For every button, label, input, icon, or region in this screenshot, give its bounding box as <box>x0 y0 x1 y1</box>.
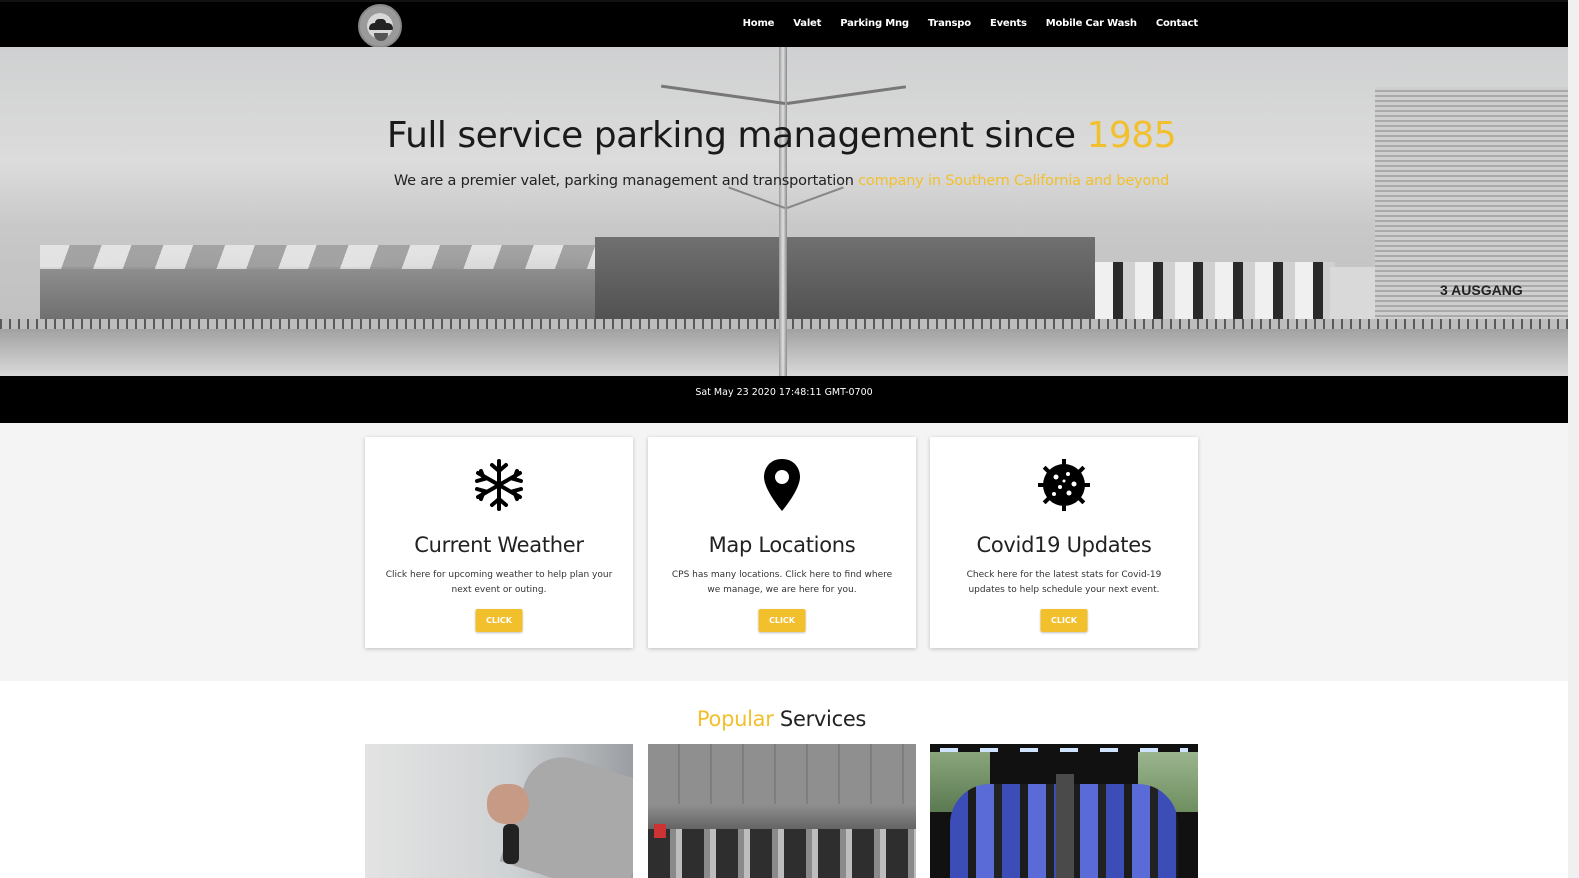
popular-title-accent: Popular <box>696 707 774 731</box>
info-cards-section: Current Weather Click here for upcoming … <box>0 423 1568 681</box>
lamp-arm <box>661 84 786 105</box>
car-key-shape <box>503 824 519 864</box>
nav-valet-link[interactable]: Valet <box>793 18 821 29</box>
map-card: Map Locations CPS has many locations. Cl… <box>648 437 916 648</box>
popular-title-main: Services <box>773 707 867 731</box>
weather-card-title: Current Weather <box>414 533 584 557</box>
popular-services-section: Popular Services <box>0 681 1568 878</box>
hero-building-left <box>40 245 610 327</box>
bus-interior-image[interactable] <box>930 744 1198 878</box>
virus-icon <box>1038 459 1090 511</box>
current-datetime: Sat May 23 2020 17:48:11 GMT-0700 <box>695 387 873 398</box>
weather-click-button[interactable]: CLICK <box>475 609 523 632</box>
garage-sign <box>654 824 666 838</box>
lamp-arm <box>728 186 786 209</box>
popular-services-title: Popular Services <box>0 707 1563 731</box>
valet-key-hand-image[interactable] <box>365 744 633 878</box>
covid-card-title: Covid19 Updates <box>976 533 1152 557</box>
hand-shape <box>487 784 529 824</box>
nav-parking-mng-link[interactable]: Parking Mng <box>840 18 909 29</box>
parking-garage-image[interactable] <box>648 744 916 878</box>
hero-title-main: Full service parking management since <box>386 115 1087 156</box>
map-card-text: CPS has many locations. Click here to fi… <box>671 570 893 595</box>
hero-lamp-pole <box>779 47 787 376</box>
nav-transpo-link[interactable]: Transpo <box>928 18 971 29</box>
map-card-title: Map Locations <box>708 533 856 557</box>
snowflake-icon <box>475 459 523 511</box>
garage-ceiling <box>648 744 916 804</box>
hero-title-year: 1985 <box>1086 115 1177 156</box>
nav-contact-link[interactable]: Contact <box>1156 18 1198 29</box>
car-shape <box>369 19 393 30</box>
hero-exit-sign: 3 AUSGANG <box>1440 282 1523 298</box>
weather-card-text: Click here for upcoming weather to help … <box>385 570 613 595</box>
page-scrollbar[interactable] <box>1568 0 1579 878</box>
hero-subtitle-main: We are a premier valet, parking manageme… <box>393 173 859 189</box>
lamp-arm <box>786 186 844 209</box>
valet-car-logo-icon[interactable] <box>358 4 402 48</box>
top-navbar: Home Valet Parking Mng Transpo Events Mo… <box>0 0 1568 48</box>
hero-subtitle: We are a premier valet, parking manageme… <box>0 173 1563 189</box>
covid-card: Covid19 Updates Check here for the lates… <box>930 437 1198 648</box>
bus-aisle <box>1056 774 1074 878</box>
date-bar: Sat May 23 2020 17:48:11 GMT-0700 <box>0 376 1568 423</box>
map-pin-icon <box>764 459 800 511</box>
hero-building-mid <box>595 237 1095 329</box>
lamp-arm <box>786 85 907 105</box>
parked-cars <box>648 829 916 878</box>
covid-card-text: Check here for the latest stats for Covi… <box>966 570 1162 595</box>
hero-title: Full service parking management since 19… <box>0 115 1563 156</box>
hand-shape <box>374 33 388 41</box>
weather-card: Current Weather Click here for upcoming … <box>365 437 633 648</box>
nav-links: Home Valet Parking Mng Transpo Events Mo… <box>743 18 1199 29</box>
nav-home-link[interactable]: Home <box>743 18 775 29</box>
hero-banner: 3 AUSGANG Full service parking managemen… <box>0 47 1568 376</box>
covid-click-button[interactable]: CLICK <box>1040 609 1088 632</box>
hero-subtitle-accent: company in Southern California and beyon… <box>858 173 1170 189</box>
nav-events-link[interactable]: Events <box>990 18 1027 29</box>
nav-mobile-car-wash-link[interactable]: Mobile Car Wash <box>1046 18 1137 29</box>
map-click-button[interactable]: CLICK <box>758 609 806 632</box>
